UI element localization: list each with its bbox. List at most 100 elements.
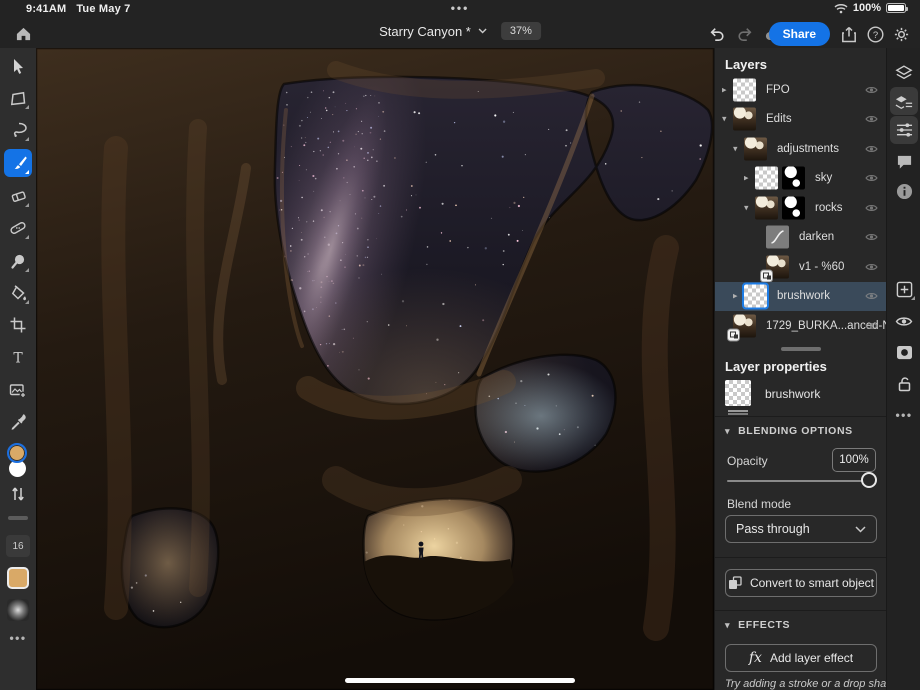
zoom-level-badge[interactable]: 37% (501, 22, 541, 40)
brush-color-swatch[interactable] (7, 567, 29, 589)
layer-more-options-button[interactable]: ••• (887, 408, 920, 422)
layer-thumbnail[interactable] (755, 196, 778, 219)
tool-lasso[interactable] (4, 116, 32, 144)
comment-bubble-icon (896, 154, 913, 170)
layer-thumbnail[interactable] (755, 167, 778, 190)
undo-icon (708, 26, 726, 42)
layer-thumbnail[interactable] (744, 285, 767, 308)
export-button[interactable] (836, 21, 862, 47)
layer-mask-thumbnail[interactable] (782, 196, 805, 219)
layer-thumbnail[interactable] (766, 255, 789, 278)
layers-tab-button[interactable] (890, 58, 918, 86)
layer-visibility-eye-icon[interactable] (865, 321, 878, 331)
blend-mode-dropdown[interactable]: Pass through (725, 515, 877, 543)
disclosure-arrow[interactable]: ▾ (744, 202, 749, 213)
undo-button[interactable] (704, 21, 730, 47)
tool-eyedropper[interactable] (4, 408, 32, 436)
layer-thumbnail[interactable] (766, 226, 789, 249)
tool-crop[interactable] (4, 311, 32, 339)
layer-visibility-eye-icon[interactable] (865, 114, 878, 124)
layer-mask-button[interactable] (890, 338, 918, 366)
layer-row[interactable]: 1729_BURKA...anced-NR33 (715, 311, 887, 341)
layer-visibility-eye-icon[interactable] (865, 262, 878, 272)
layer-visibility-eye-icon[interactable] (865, 173, 878, 183)
settings-button[interactable] (888, 21, 914, 47)
blending-options-header[interactable]: ▾ BLENDING OPTIONS (725, 425, 853, 437)
layer-row[interactable]: ▸ FPO (715, 75, 887, 105)
effects-header[interactable]: ▾ EFFECTS (725, 619, 790, 631)
layer-thumbnail[interactable] (733, 314, 756, 337)
add-layer-effect-button[interactable]: fx Add layer effect (725, 644, 877, 672)
section-chevron-icon: ▾ (725, 426, 730, 437)
tool-brush[interactable] (4, 149, 32, 177)
bandage-icon (9, 220, 27, 236)
adjustments-tab-button[interactable] (890, 116, 918, 144)
layer-visibility-button[interactable] (890, 307, 918, 335)
layer-row[interactable]: ▾ adjustments (715, 134, 887, 164)
layer-thumbnail[interactable] (733, 78, 756, 101)
layers-panel-title: Layers (725, 57, 767, 72)
opacity-slider-knob[interactable] (861, 472, 877, 488)
tool-move[interactable] (4, 52, 32, 80)
tool-transform[interactable] (4, 84, 32, 112)
home-indicator[interactable] (345, 678, 575, 683)
help-button[interactable]: ? (862, 21, 888, 47)
chevron-down-icon (478, 28, 487, 34)
swap-colors-button[interactable] (4, 480, 32, 508)
tool-options-more-button[interactable]: ••• (0, 631, 36, 645)
layer-lock-button[interactable] (890, 370, 918, 398)
add-layer-button[interactable] (890, 275, 918, 303)
disclosure-arrow[interactable]: ▸ (733, 291, 738, 302)
layer-thumbnail[interactable] (733, 108, 756, 131)
layers-panel: Layers ▸ FPO ▾ Edits ▾ adjustments (714, 48, 886, 690)
layers-list: ▸ FPO ▾ Edits ▾ adjustments (715, 75, 887, 341)
disclosure-arrow[interactable]: ▾ (722, 114, 727, 125)
swap-arrows-icon (11, 486, 25, 502)
opacity-value-field[interactable]: 100% (832, 448, 876, 472)
eraser-icon (10, 189, 27, 204)
brush-tip-preview[interactable] (7, 599, 29, 621)
info-button[interactable] (890, 177, 918, 205)
layer-visibility-eye-icon[interactable] (865, 203, 878, 213)
tool-options-handle[interactable] (8, 516, 28, 520)
tool-type[interactable]: T (4, 343, 32, 371)
convert-to-smart-object-button[interactable]: Convert to smart object (725, 569, 877, 597)
foreground-color-chip[interactable] (7, 443, 27, 463)
tool-eraser[interactable] (4, 182, 32, 210)
panel-resize-handle[interactable] (781, 347, 821, 351)
layer-thumbnail[interactable] (744, 137, 767, 160)
layer-row[interactable]: darken (715, 223, 887, 253)
tool-clone-stamp[interactable] (4, 247, 32, 275)
redo-button[interactable] (732, 21, 758, 47)
layer-visibility-eye-icon[interactable] (865, 291, 878, 301)
layer-row[interactable]: ▾ Edits (715, 105, 887, 135)
share-button[interactable]: Share (769, 22, 830, 46)
opacity-slider[interactable] (727, 480, 875, 482)
layer-visibility-eye-icon[interactable] (865, 144, 878, 154)
canvas-image[interactable] (36, 48, 714, 690)
canvas[interactable] (36, 48, 714, 690)
layer-visibility-eye-icon[interactable] (865, 85, 878, 95)
type-icon: T (11, 350, 25, 365)
brush-size-badge[interactable]: 16 (6, 535, 30, 557)
document-title[interactable]: Starry Canyon * (379, 24, 487, 39)
effect-hint-text: Try adding a stroke or a drop shadow. (725, 678, 909, 690)
layer-visibility-eye-icon[interactable] (865, 232, 878, 242)
layer-row[interactable]: v1 - %60 (715, 252, 887, 282)
layer-row[interactable]: ▾ rocks (715, 193, 887, 223)
tool-healing-brush[interactable] (4, 214, 32, 242)
layer-properties-tab-button[interactable] (890, 87, 918, 115)
right-icon-strip: ••• (886, 48, 920, 690)
comments-button[interactable] (890, 148, 918, 176)
disclosure-arrow[interactable]: ▸ (744, 173, 749, 184)
layer-mask-thumbnail[interactable] (782, 167, 805, 190)
layer-row[interactable]: ▸ sky (715, 164, 887, 194)
disclosure-arrow[interactable]: ▸ (722, 84, 727, 95)
tool-fill[interactable] (4, 279, 32, 307)
sliders-icon (896, 122, 913, 138)
disclosure-arrow[interactable]: ▾ (733, 143, 738, 154)
tool-place-photo[interactable] (4, 376, 32, 404)
layer-properties-title: Layer properties (725, 359, 827, 374)
home-button[interactable] (10, 21, 36, 47)
layer-row[interactable]: ▸ brushwork (715, 282, 887, 312)
